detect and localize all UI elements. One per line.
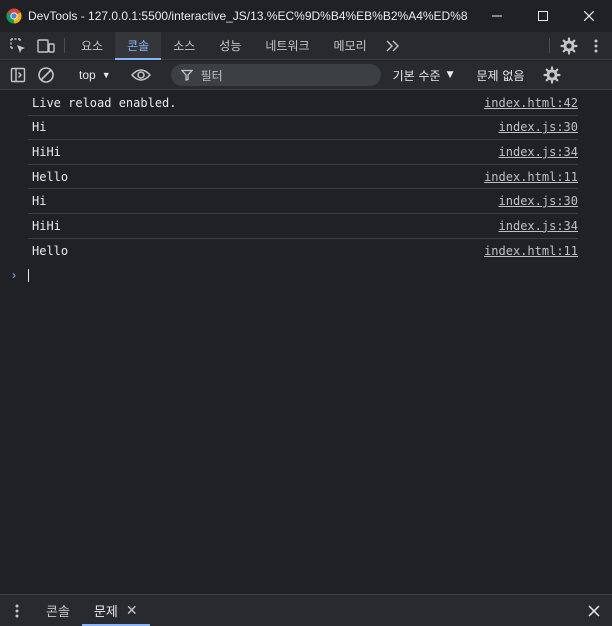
clear-console-button[interactable] [32,66,60,84]
customize-menu-button[interactable] [584,32,608,59]
chevron-double-right-icon [386,40,399,51]
tab-label: 콘솔 [127,39,150,53]
source-link[interactable]: index.js:30 [499,120,578,134]
gear-icon [560,36,578,55]
toolbar-divider [64,38,65,53]
maximize-icon [538,11,548,21]
tab-label: 네트워크 [265,39,310,53]
close-window-button[interactable] [566,0,612,32]
issues-counter[interactable]: 문제 없음 [467,67,535,84]
log-levels-label: 기본 수준 [392,68,441,83]
console-message: HiHi index.js:34 [28,140,578,165]
toolbar-divider [549,38,550,53]
tab-elements[interactable]: 요소 [69,32,115,59]
inspect-element-button[interactable] [4,32,32,59]
close-icon [588,604,600,617]
console-settings-button[interactable] [536,66,568,84]
more-tabs-button[interactable] [379,32,407,59]
tab-sources[interactable]: 소스 [161,32,207,59]
window-titlebar: DevTools - 127.0.0.1:5500/interactive_JS… [0,0,612,32]
message-text: Hello [32,243,69,258]
maximize-button[interactable] [520,0,566,32]
more-vert-icon [15,604,19,617]
issues-label: 문제 없음 [476,68,525,83]
drawer-menu-button[interactable] [0,595,34,626]
console-message: Hello index.html:11 [28,165,578,190]
live-expression-button[interactable] [126,68,156,82]
filter-icon [180,69,193,81]
source-link[interactable]: index.js:30 [499,194,578,208]
drawer-tab-label: 콘솔 [46,605,70,620]
device-toolbar-button[interactable] [32,32,60,59]
clear-circle-icon [38,67,54,83]
message-text: Hi [32,194,47,209]
window-title: DevTools - 127.0.0.1:5500/interactive_JS… [28,9,468,23]
text-cursor [28,268,29,282]
drawer-tabbar: 콘솔 문제 ✕ [0,594,612,626]
drawer-tab-console[interactable]: 콘솔 [34,595,82,626]
tab-memory[interactable]: 메모리 [322,32,379,59]
message-text: HiHi [32,218,61,233]
tab-label: 요소 [81,39,104,53]
message-text: HiHi [32,144,61,159]
console-message: Hello index.html:11 [28,239,578,264]
sidebar-icon [10,67,26,83]
caret-down-icon: ▼ [101,70,111,80]
drawer-tab-label: 문제 [93,605,118,620]
tab-label: 성능 [219,39,242,53]
gear-icon [542,66,561,84]
main-tabbar: 요소 콘솔 소스 성능 네트워크 메모리 [0,32,612,60]
close-tab-icon[interactable]: ✕ [126,603,138,619]
filter-placeholder: 필터 [200,68,223,83]
console-prompt[interactable]: › [0,263,612,287]
message-text: Hello [32,169,69,184]
message-text: Live reload enabled. [32,95,177,110]
source-link[interactable]: index.js:34 [499,145,578,159]
more-vert-icon [594,39,598,52]
message-text: Hi [32,120,47,135]
log-levels-dropdown[interactable]: 기본 수준 ▼ [393,67,454,84]
minimize-icon [492,15,502,17]
console-toolbar: top ▼ 필터 기본 수준 ▼ 문제 없음 [0,61,612,90]
tab-label: 메모리 [333,39,367,53]
prompt-chevron-icon: › [12,268,16,283]
caret-down-icon: ▼ [446,70,454,80]
device-toggle-icon [37,38,55,53]
context-selector[interactable]: top ▼ [69,61,117,89]
console-message: HiHi index.js:34 [28,214,578,239]
close-icon [584,11,594,21]
chrome-logo-icon [6,8,22,24]
context-label: top [79,68,96,82]
console-message: Hi index.js:30 [28,116,578,141]
tab-console[interactable]: 콘솔 [115,32,162,60]
source-link[interactable]: index.html:11 [484,170,578,184]
tab-label: 소스 [173,39,196,53]
minimize-button[interactable] [474,0,520,32]
eye-icon [130,69,151,81]
source-link[interactable]: index.js:34 [499,219,578,233]
console-message: Hi index.js:30 [28,189,578,214]
drawer-tab-issues[interactable]: 문제 ✕ [81,595,150,626]
source-link[interactable]: index.html:11 [484,244,578,258]
source-link[interactable]: index.html:42 [484,96,578,110]
filter-input[interactable]: 필터 [170,64,381,86]
settings-button[interactable] [554,32,584,59]
console-output[interactable]: Live reload enabled. index.html:42 Hi in… [0,91,612,594]
close-drawer-button[interactable] [576,595,612,626]
console-message: Live reload enabled. index.html:42 [28,91,578,116]
tab-network[interactable]: 네트워크 [253,32,321,59]
tab-performance[interactable]: 성능 [207,32,253,59]
show-sidebar-button[interactable] [4,67,32,83]
inspect-cursor-icon [10,37,25,53]
